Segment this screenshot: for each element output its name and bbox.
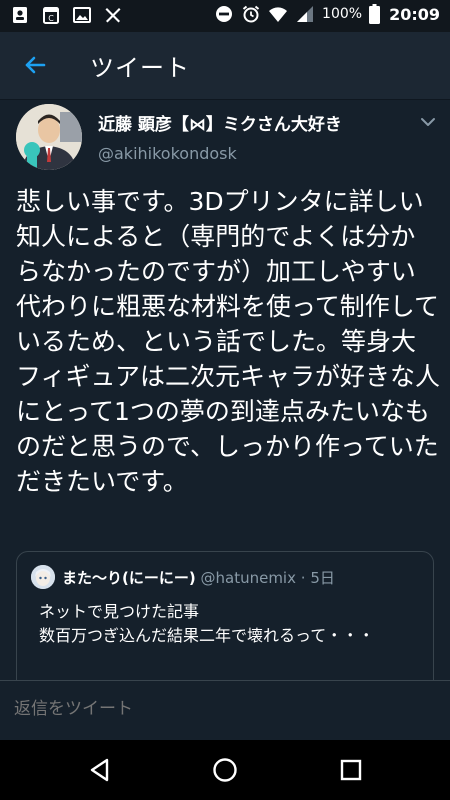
status-bar: C 100% 20:09 (0, 0, 450, 32)
wifi-icon (269, 7, 288, 22)
quoted-author-avatar (31, 565, 55, 589)
reply-input[interactable] (14, 699, 434, 719)
alarm-icon (242, 5, 260, 23)
tweet-text: 悲しい事です。3Dプリンタに詳しい知人によると（専門的でよくは分からなかったので… (16, 187, 441, 496)
avatar-image (16, 104, 82, 170)
contact-card-icon (13, 7, 27, 23)
quoted-author-name: また〜り(にーにー) (62, 569, 196, 587)
quoted-tweet-text: ネットで見つけた記事 数百万つぎ込んだ結果二年で壊れるって・・・ (39, 602, 375, 645)
author-avatar[interactable] (16, 104, 82, 170)
tools-icon (105, 8, 121, 23)
page-title: ツイート (90, 54, 190, 82)
back-triangle-icon[interactable] (86, 756, 114, 784)
quoted-separator: · (300, 569, 306, 587)
quoted-tweet-card[interactable]: また〜り(にーにー) @hatunemix · 5日 ネットで見つけた記事 数百… (16, 551, 434, 701)
author-handle[interactable]: @akihikokondosk (98, 144, 237, 163)
chevron-down-icon[interactable] (418, 112, 438, 132)
do-not-disturb-icon (216, 6, 233, 22)
quoted-author-handle: @hatunemix (200, 569, 296, 587)
image-icon (73, 7, 91, 23)
reply-bar (0, 680, 450, 740)
app-header: ツイート (0, 32, 450, 99)
home-circle-icon[interactable] (211, 756, 239, 784)
quoted-tweet-header: また〜り(にーにー) @hatunemix · 5日 (62, 567, 335, 588)
battery-icon (369, 4, 381, 24)
author-name[interactable]: 近藤 顕彦【⋈】ミクさん大好き (98, 110, 342, 135)
battery-percent: 100% (322, 6, 363, 22)
calendar-icon: C (43, 7, 59, 24)
arrow-left-icon[interactable] (20, 50, 50, 80)
signal-icon (297, 6, 314, 22)
quoted-avatar-image (31, 565, 55, 589)
quoted-timestamp: 5日 (310, 569, 335, 587)
system-nav-bar (0, 740, 450, 800)
svg-text:C: C (48, 14, 54, 23)
tweet-detail-screen: C 100% 20:09 ツイート 近藤 顕彦【⋈】ミクさん大好き @akihi… (0, 0, 450, 800)
recents-square-icon[interactable] (337, 756, 365, 784)
clock: 20:09 (389, 4, 440, 24)
